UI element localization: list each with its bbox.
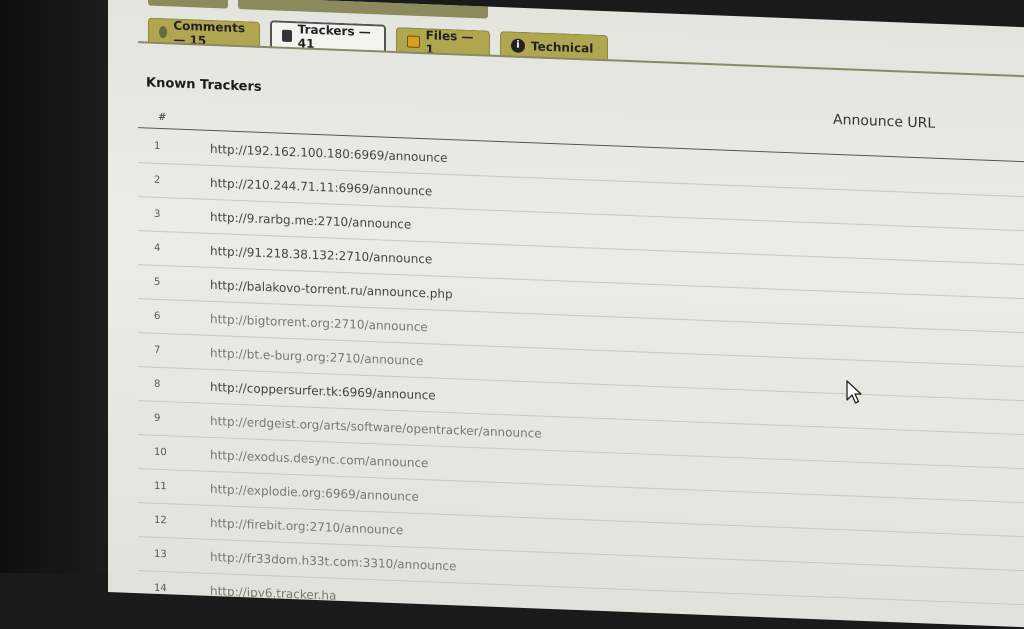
trackers-icon <box>282 29 292 43</box>
tab-files[interactable]: Files — 1 <box>396 27 490 57</box>
row-number: 10 <box>154 446 167 459</box>
tracker-url[interactable]: http://erdgeist.org/arts/software/opentr… <box>176 412 542 440</box>
tracker-url[interactable]: http://bt.e-burg.org:2710/announce <box>176 344 423 367</box>
tracker-url[interactable]: http://firebit.org:2710/announce <box>176 514 403 536</box>
row-number: 6 <box>154 310 161 323</box>
row-number: 7 <box>154 344 161 357</box>
row-number: 12 <box>154 514 167 527</box>
row-number: 5 <box>154 276 161 289</box>
row-number: 2 <box>154 174 161 187</box>
tab-comments-label: Comments — 15 <box>173 18 245 48</box>
tab-technical[interactable]: i Technical <box>500 31 608 62</box>
tracker-url[interactable]: http://210.244.71.11:6969/announce <box>176 174 432 198</box>
tab-trackers-label: Trackers — 41 <box>297 22 371 51</box>
tracker-url[interactable]: http://91.218.38.132:2710/announce <box>176 242 432 266</box>
tracker-url[interactable]: http://coppersurfer.tk:6969/announce <box>176 378 436 402</box>
tracker-url[interactable]: http://bigtorrent.org:2710/announce <box>176 310 428 333</box>
tab-trackers[interactable]: Trackers — 41 <box>270 20 386 53</box>
tracker-url[interactable]: http://192.162.100.180:6969/announce <box>176 140 448 164</box>
tracker-url[interactable]: http://exodus.desync.com/announce <box>176 446 428 469</box>
top-tab-stub <box>148 0 228 9</box>
comments-icon <box>159 25 168 38</box>
mouse-cursor-icon <box>846 380 862 404</box>
screen: Comments — 15 Trackers — 41 Files — 1 i … <box>108 0 1024 629</box>
row-number: 14 <box>154 582 167 595</box>
row-number: 8 <box>154 378 161 391</box>
tracker-url[interactable]: http://explodie.org:6969/announce <box>176 480 419 503</box>
tracker-url[interactable]: http://9.rarbg.me:2710/announce <box>176 208 411 231</box>
row-number: 1 <box>154 140 161 153</box>
column-header-number: # <box>158 111 167 124</box>
tracker-url[interactable]: http://balakovo-torrent.ru/announce.php <box>176 276 453 300</box>
info-icon: i <box>511 37 525 53</box>
row-number: 4 <box>154 242 161 255</box>
tracker-url[interactable]: http://ipv6.tracker.ha <box>176 582 336 602</box>
files-icon <box>407 34 420 48</box>
tab-comments[interactable]: Comments — 15 <box>148 17 260 48</box>
tab-bar: Comments — 15 Trackers — 41 Files — 1 i … <box>138 0 1024 78</box>
tracker-url[interactable]: http://fr33dom.h33t.com:3310/announce <box>176 548 456 572</box>
section-title: Known Trackers <box>146 75 262 95</box>
row-number: 13 <box>154 548 167 561</box>
tab-files-label: Files — 1 <box>425 27 474 57</box>
column-header-announce-url: Announce URL <box>833 111 936 132</box>
tab-technical-label: Technical <box>531 38 594 56</box>
row-number: 11 <box>154 480 167 493</box>
row-number: 9 <box>154 412 161 425</box>
tracker-list: 1 http://192.162.100.180:6969/announce 2 h… <box>138 129 1024 629</box>
top-tab-stub <box>238 0 488 19</box>
row-number: 3 <box>154 208 161 221</box>
